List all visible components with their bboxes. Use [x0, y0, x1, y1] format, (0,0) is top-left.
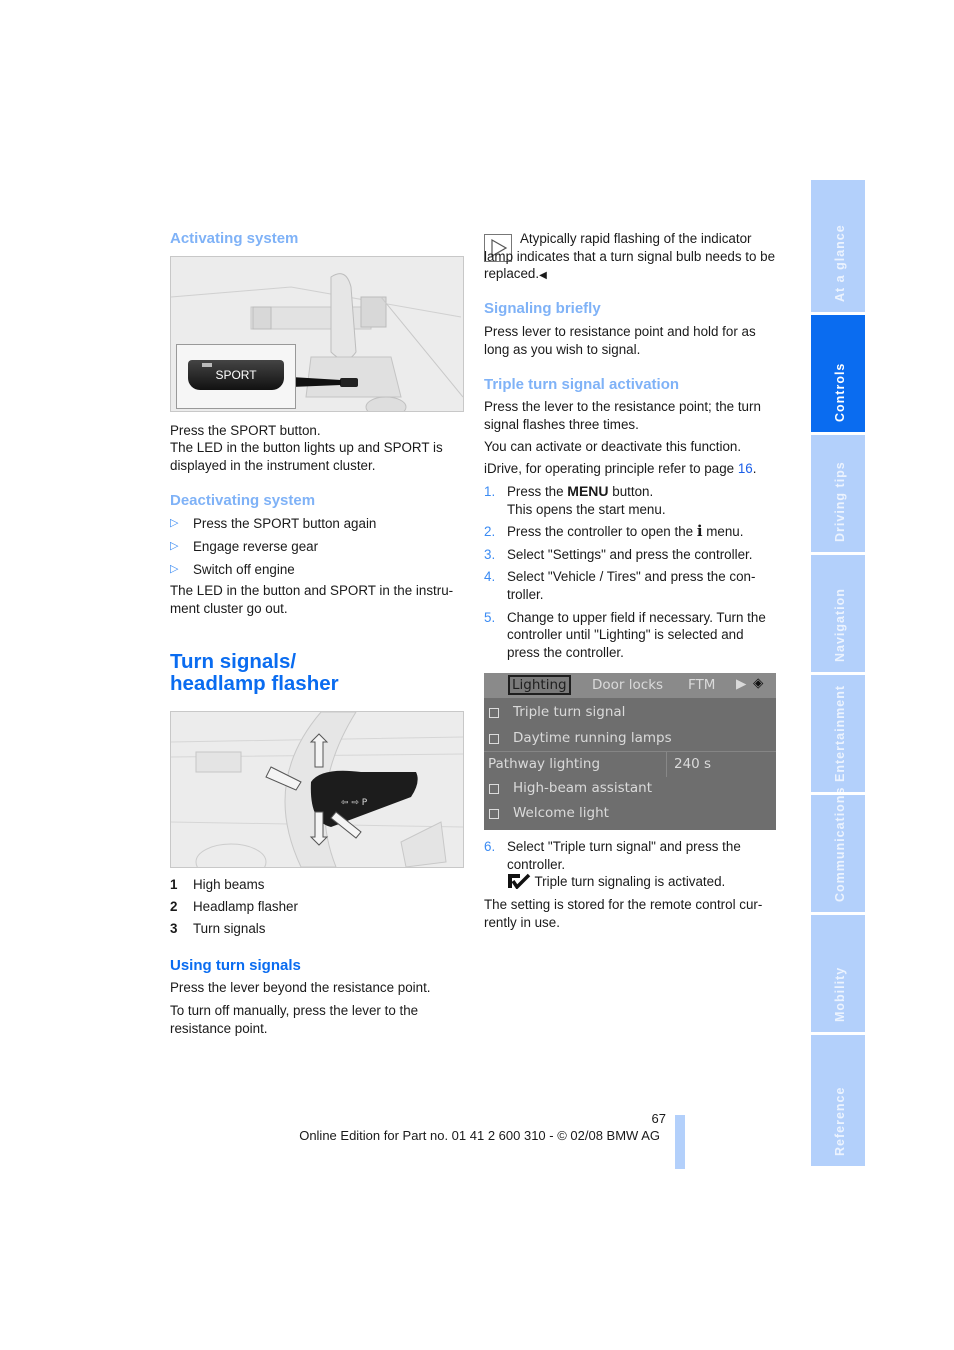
- activating-step: Press the SPORT button.: [170, 423, 321, 438]
- idrive-lighting-screen: Lighting Door locks FTM ▶ ◈ Triple turn …: [484, 673, 776, 830]
- activating-result: The LED in the button lights up and SPOR…: [170, 440, 443, 473]
- sidebar-tab-controls[interactable]: Controls: [811, 315, 865, 432]
- using-p2: To turn off manually, press the lever to…: [170, 1003, 419, 1036]
- deactivating-list: ▷ Press the SPORT button again ▷ Engage re…: [170, 515, 465, 584]
- sidebar-tab-reference[interactable]: Reference: [811, 1035, 865, 1166]
- checked-checkbox-icon: [507, 873, 531, 894]
- idrive-row[interactable]: Pathway lighting 240 s: [484, 751, 776, 777]
- idrive-tab-bar: Lighting Door locks FTM ▶ ◈: [484, 673, 776, 698]
- storage-note: The setting is stored for the remote con…: [484, 897, 763, 930]
- deactivating-result: The LED in the button and SPORT in the i…: [170, 583, 454, 616]
- led-indicator: [202, 363, 212, 367]
- triple-p1: Press the lever to the resistance point;…: [484, 399, 761, 432]
- section-title: Turn signals/ headlamp flasher: [170, 650, 339, 695]
- triangle-bullet-icon: ▷: [170, 540, 179, 553]
- list-item: ▷ Engage reverse gear: [170, 539, 319, 555]
- sidebar-tab-communications[interactable]: Communications: [811, 787, 865, 912]
- activating-heading: Activating system: [170, 230, 299, 247]
- idrive-controller-icon: ◈: [753, 675, 764, 691]
- sport-button-callout: SPORT: [176, 344, 296, 409]
- idrive-next-arrow-icon[interactable]: ▶: [736, 676, 746, 692]
- legend-item: 3 Turn signals: [170, 921, 266, 936]
- end-mark-icon: ◀: [539, 270, 547, 282]
- sidebar-tab-entertainment[interactable]: Entertainment: [811, 675, 865, 792]
- idrive-tab-ftm[interactable]: FTM: [688, 677, 715, 693]
- step-item: 2. Press the controller to open the i me…: [484, 522, 744, 541]
- step-item: 5. Change to upper field if necessary. Tu…: [484, 609, 766, 660]
- checkbox-icon[interactable]: [489, 708, 499, 718]
- sidebar-tab-at-a-glance[interactable]: At a glance: [811, 180, 865, 312]
- idrive-row[interactable]: Welcome light: [484, 801, 776, 826]
- using-p1: Press the lever beyond the resistance po…: [170, 980, 431, 995]
- figure-legend: 1 High beams 2 Headlamp flasher 3 Turn sign…: [170, 874, 465, 940]
- triple-p3: iDrive, for operating principle refer to…: [484, 461, 757, 476]
- step-item: 1. Press the MENU button. This opens the …: [484, 483, 666, 517]
- step-6: 6. Select "Triple turn signal" and press …: [484, 838, 776, 894]
- checkbox-icon[interactable]: [489, 734, 499, 744]
- idrive-row[interactable]: High-beam assistant: [484, 776, 776, 801]
- page-marker-bar: [675, 1115, 685, 1169]
- using-turn-signals-heading: Using turn signals: [170, 957, 301, 974]
- sidebar-tab-navigation[interactable]: Navigation: [811, 555, 865, 672]
- signaling-briefly-heading: Signaling briefly: [484, 300, 601, 317]
- checkbox-icon[interactable]: [489, 809, 499, 819]
- svg-text:⇦ ⇨ P: ⇦ ⇨ P: [341, 798, 368, 808]
- page-number: 67: [651, 1111, 666, 1126]
- pathway-lighting-value: 240 s: [666, 752, 711, 777]
- legend-item: 2 Headlamp flasher: [170, 899, 298, 914]
- idrive-row[interactable]: Triple turn signal: [484, 700, 776, 725]
- idrive-tab-door-locks[interactable]: Door locks: [592, 677, 663, 693]
- lever-illustration: ⇦ ⇨ P: [171, 712, 463, 867]
- triangle-bullet-icon: ▷: [170, 517, 179, 529]
- triangle-bullet-icon: ▷: [170, 563, 179, 576]
- step-item: 3. Select "Settings" and press the contro…: [484, 546, 753, 562]
- checkbox-icon[interactable]: [489, 784, 499, 794]
- edition-footer: Online Edition for Part no. 01 41 2 600 …: [299, 1128, 660, 1143]
- triple-p2: You can activate or deactivate this func…: [484, 439, 742, 454]
- steps-list: 1. Press the MENU button. This opens the …: [484, 483, 776, 666]
- sport-button-figure: SPORT: [170, 256, 464, 412]
- idrive-row[interactable]: Daytime running lamps: [484, 726, 776, 751]
- sidebar-tab-mobility[interactable]: Mobility: [811, 915, 865, 1032]
- step-item: 4. Select "Vehicle / Tires" and press the…: [484, 569, 756, 602]
- triple-turn-heading: Triple turn signal activation: [484, 376, 680, 393]
- turn-signal-lever-figure: ⇦ ⇨ P: [170, 711, 464, 868]
- legend-item: 1 High beams: [170, 877, 265, 892]
- sidebar-tab-driving-tips[interactable]: Driving tips: [811, 435, 865, 552]
- idrive-tab-lighting[interactable]: Lighting: [508, 675, 571, 695]
- deactivating-heading: Deactivating system: [170, 492, 316, 509]
- list-item: ▷ Press the SPORT button again: [170, 516, 377, 531]
- menu-button-label: MENU: [567, 483, 609, 499]
- page-link[interactable]: 16: [738, 461, 753, 476]
- signaling-briefly-text: Press lever to resistance point and hold…: [484, 324, 756, 357]
- list-item: ▷ Switch off engine: [170, 562, 295, 578]
- note-text: Atypically rapid flashing of the indicat…: [484, 231, 776, 282]
